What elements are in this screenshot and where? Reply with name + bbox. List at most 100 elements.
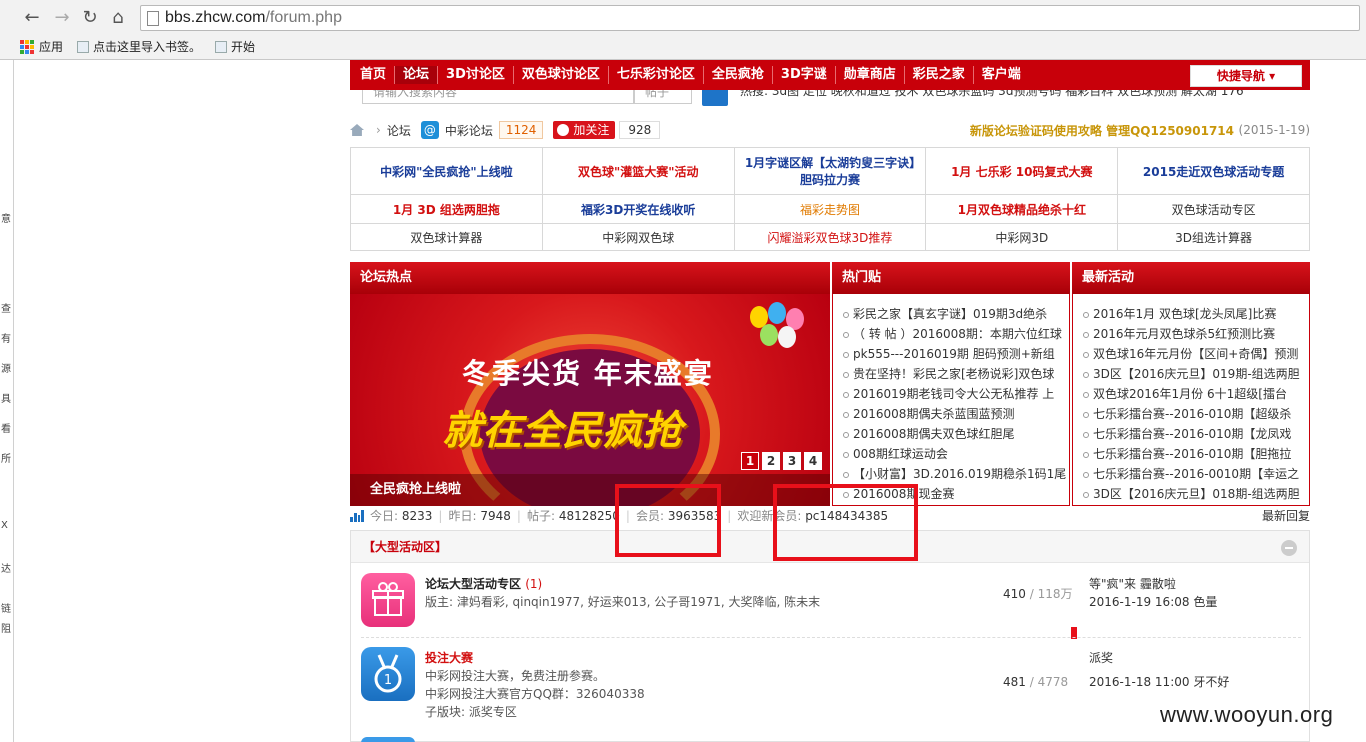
banner-page-button[interactable]: 4 bbox=[804, 452, 822, 470]
dropdown-arrow-icon: ▾ bbox=[1269, 69, 1276, 83]
follow-button[interactable]: 加关注 bbox=[553, 121, 616, 139]
nav-qlc[interactable]: 七乐彩讨论区 bbox=[609, 66, 704, 84]
nav-player-home[interactable]: 彩民之家 bbox=[905, 66, 974, 84]
hot-post-item[interactable]: pk555---2016019期 胆码预测+新组 bbox=[843, 344, 1069, 364]
quick-link[interactable]: 双色球"灌篮大赛"活动 bbox=[541, 147, 735, 195]
stats-yesterday-label: 昨日: bbox=[448, 509, 477, 523]
breadcrumb-forum[interactable]: 论坛 bbox=[387, 122, 411, 139]
quick-link[interactable]: 双色球计算器 bbox=[350, 223, 543, 251]
activity-item[interactable]: 双色球16年元月份【区间+奇偶】预测 bbox=[1083, 344, 1309, 364]
hot-post-item[interactable]: 2016008期偶夫双色球红胆尾 bbox=[843, 424, 1069, 444]
hot-post-item[interactable]: 008期红球运动会 bbox=[843, 444, 1069, 464]
chevron-right-icon: › bbox=[376, 123, 381, 137]
quick-link[interactable]: 闪耀溢彩双色球3D推荐 bbox=[733, 223, 927, 251]
quick-link[interactable]: 福彩走势图 bbox=[733, 194, 927, 224]
activity-item[interactable]: 七乐彩擂台赛--2016-010期【胆拖拉 bbox=[1083, 444, 1309, 464]
forum-title[interactable]: 论坛大型活动专区 (1) bbox=[425, 575, 542, 592]
hot-post-item[interactable]: 2016019期老钱司令大公无私推荐 上 bbox=[843, 384, 1069, 404]
stats-yesterday: 7948 bbox=[480, 509, 511, 523]
gift-icon[interactable] bbox=[361, 573, 415, 627]
home-icon[interactable] bbox=[350, 124, 364, 136]
site-nav-bar: 首页 论坛 3D讨论区 双色球讨论区 七乐彩讨论区 全民疯抢 3D字谜 勋章商店… bbox=[350, 60, 1310, 90]
hot-post-item[interactable]: （ 转 帖 ）2016008期：本期六位红球 bbox=[843, 324, 1069, 344]
medal-icon[interactable]: 1 bbox=[361, 647, 415, 701]
hot-post-item[interactable]: 【小财富】3D.2016.019期稳杀1码1尾 bbox=[843, 464, 1069, 484]
forum-description: 中彩网投注大赛官方QQ群：326040338 bbox=[425, 687, 645, 701]
nav-3d-puzzle[interactable]: 3D字谜 bbox=[773, 66, 836, 84]
last-post-title[interactable]: 等"疯"来 霾散啦 bbox=[1089, 575, 1176, 592]
site-name[interactable]: 中彩论坛 bbox=[445, 122, 493, 139]
reload-icon[interactable]: ↻ bbox=[80, 8, 100, 28]
bookmark-import[interactable]: 点击这里导入书签。 bbox=[77, 38, 201, 55]
banner-page-button[interactable]: 1 bbox=[741, 452, 759, 470]
bookmark-page-icon bbox=[215, 41, 228, 53]
activity-item[interactable]: 双色球2016年1月份 6十1超级[擂台 bbox=[1083, 384, 1309, 404]
nav-forum[interactable]: 论坛 bbox=[395, 66, 439, 84]
banner-caption[interactable]: 全民疯抢上线啦 bbox=[350, 474, 830, 506]
address-bar[interactable]: bbs.zhcw.com/forum.php bbox=[140, 5, 1360, 31]
highlight-box bbox=[773, 484, 918, 561]
balloon-icon bbox=[768, 302, 786, 324]
back-arrow-icon[interactable]: ← bbox=[22, 8, 42, 28]
home-icon[interactable]: ⌂ bbox=[108, 8, 128, 28]
zone-title[interactable]: 【大型活动区】 bbox=[363, 540, 447, 554]
stats-today-label: 今日: bbox=[370, 509, 399, 523]
next-forum-icon bbox=[361, 737, 415, 742]
quick-link[interactable]: 中彩网3D bbox=[925, 223, 1119, 251]
hot-post-item[interactable]: 彩民之家【真玄字谜】019期3d绝杀 bbox=[843, 304, 1069, 324]
activity-item[interactable]: 2016年1月 双色球[龙头凤尾]比赛 bbox=[1083, 304, 1309, 324]
quick-link[interactable]: 1月字谜区解【太湖钓叟三字诀】胆码拉力赛 bbox=[733, 147, 927, 195]
forum-row: 论坛大型活动专区 (1) 版主: 津妈看彩, qinqin1977, 好运来01… bbox=[361, 573, 1301, 633]
notice-date: (2015-1-19) bbox=[1238, 123, 1310, 137]
notice-link[interactable]: 新版论坛验证码使用攻略 管理QQ1250901714 bbox=[970, 122, 1234, 139]
quick-link[interactable]: 福彩3D开奖在线收听 bbox=[541, 194, 735, 224]
last-post-title[interactable]: 派奖 bbox=[1089, 649, 1113, 666]
hot-post-item[interactable]: 2016008期偶夫杀蓝围蓝预测 bbox=[843, 404, 1069, 424]
quick-link[interactable]: 中彩网双色球 bbox=[541, 223, 735, 251]
site-count-badge: 1124 bbox=[498, 121, 544, 139]
balloon-icon bbox=[760, 324, 778, 346]
quick-link[interactable]: 3D组选计算器 bbox=[1117, 223, 1310, 251]
bar-chart-icon bbox=[350, 510, 364, 522]
bookmark-page-icon bbox=[77, 41, 90, 53]
quick-link[interactable]: 1月双色球精品绝杀十红 bbox=[925, 194, 1119, 224]
latest-reply-link[interactable]: 最新回复 bbox=[1262, 506, 1310, 526]
quick-link[interactable]: 2015走近双色球活动专题 bbox=[1117, 147, 1310, 195]
activity-item[interactable]: 3D区【2016庆元旦】018期-组选两胆 bbox=[1083, 484, 1309, 504]
activity-item[interactable]: 七乐彩擂台赛--2016-0010期【幸运之 bbox=[1083, 464, 1309, 484]
forum-counts: 481 / 4778 bbox=[1003, 675, 1069, 689]
quick-nav-dropdown[interactable]: 快捷导航 ▾ bbox=[1190, 65, 1302, 87]
nav-medal-shop[interactable]: 勋章商店 bbox=[836, 66, 905, 84]
stats-today: 8233 bbox=[401, 509, 433, 523]
bookmark-start[interactable]: 开始 bbox=[215, 38, 255, 55]
hot-post-item[interactable]: 贵在坚持！彩民之家[老杨说彩]双色球 bbox=[843, 364, 1069, 384]
nav-home[interactable]: 首页 bbox=[352, 66, 396, 84]
banner-page-button[interactable]: 2 bbox=[762, 452, 780, 470]
activity-item[interactable]: 2016年元月双色球杀5红预测比赛 bbox=[1083, 324, 1309, 344]
activity-item[interactable]: 3D区【2016庆元旦】019期-组选两胆 bbox=[1083, 364, 1309, 384]
banner-page-button[interactable]: 3 bbox=[783, 452, 801, 470]
forward-arrow-icon[interactable]: → bbox=[52, 8, 72, 28]
bookmark-apps[interactable]: 应用 bbox=[20, 38, 63, 55]
nav-3d[interactable]: 3D讨论区 bbox=[438, 66, 514, 84]
quick-link[interactable]: 双色球活动专区 bbox=[1117, 194, 1310, 224]
banner-headline: 冬季尖货 年末盛宴 bbox=[462, 357, 714, 390]
collapse-icon[interactable] bbox=[1281, 540, 1297, 556]
follow-count-badge: 928 bbox=[619, 121, 661, 139]
quick-link[interactable]: 1月 3D 组选两胆拖 bbox=[350, 194, 543, 224]
forum-moderators: 版主: 津妈看彩, qinqin1977, 好运来013, 公子哥1971, 大… bbox=[425, 595, 821, 609]
promo-banner[interactable]: 冬季尖货 年末盛宴 就在全民疯抢 1 2 3 4 全民疯抢上线啦 bbox=[350, 294, 830, 506]
nav-qmfq[interactable]: 全民疯抢 bbox=[704, 66, 773, 84]
activity-item[interactable]: 七乐彩擂台赛--2016-010期【龙凤戏 bbox=[1083, 424, 1309, 444]
nav-ssq[interactable]: 双色球讨论区 bbox=[514, 66, 609, 84]
forum-description: 中彩网投注大赛，免费注册参赛。 bbox=[425, 669, 606, 683]
nav-client[interactable]: 客户端 bbox=[974, 66, 1029, 84]
subforum-link[interactable]: 子版块: 派奖专区 bbox=[425, 703, 517, 720]
quick-link[interactable]: 1月 七乐彩 10码复式大赛 bbox=[925, 147, 1119, 195]
activity-item[interactable]: 七乐彩擂台赛--2016-010期【超级杀 bbox=[1083, 404, 1309, 424]
forum-counts: 410 / 118万 bbox=[1003, 587, 1073, 601]
quick-link[interactable]: 中彩网"全民疯抢"上线啦 bbox=[350, 147, 543, 195]
forum-title[interactable]: 投注大赛 bbox=[425, 649, 473, 666]
background-window-strip: ne意查有源具看所X达链阻 bbox=[0, 0, 14, 742]
balloon-icon bbox=[778, 326, 796, 348]
